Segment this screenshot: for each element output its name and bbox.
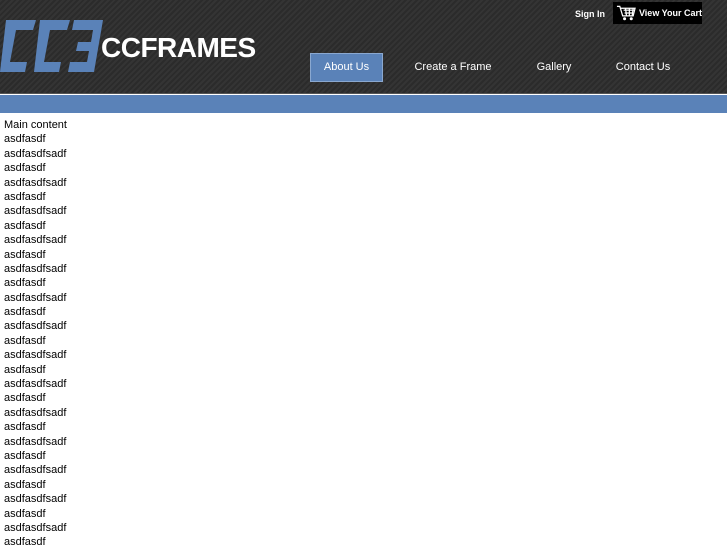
content-line: asdfasdfsadf (4, 435, 67, 448)
content-line: asdfasdfsadf (4, 349, 67, 362)
view-cart-label: View Your Cart (638, 8, 702, 18)
nav-create-a-frame[interactable]: Create a Frame (403, 53, 503, 82)
content-line: asdfasdfsadf (4, 521, 67, 534)
content-line: asdfasdf (4, 133, 46, 146)
content-line: asdfasdfsadf (4, 291, 67, 304)
view-cart-button[interactable]: View Your Cart (613, 2, 702, 24)
content-line: asdfasdf (4, 363, 46, 376)
content-line: asdfasdf (4, 392, 46, 405)
content-line: asdfasdf (4, 219, 46, 232)
site-header: CCFRAMES Sign In View Your Cart About Us… (0, 0, 727, 94)
main-content-lines: asdfasdf asdfasdfsadf asdfasdf asdfasdfsadf… (4, 132, 67, 549)
content-line: asdfasdf (4, 306, 46, 319)
main-content: Main content asdfasdf asdfasdfsadf asdfasd… (4, 118, 67, 550)
content-line: asdfasdfsadf (4, 406, 67, 419)
nav-about-us[interactable]: About Us (310, 53, 383, 82)
accent-bar (0, 95, 727, 113)
content-line: asdfasdfsadf (4, 176, 67, 189)
content-line: asdfasdf (4, 277, 46, 290)
content-line: asdfasdf (4, 162, 46, 175)
content-line: asdfasdfsadf (4, 205, 67, 218)
shopping-cart-icon (616, 5, 636, 21)
content-line: asdfasdf (4, 536, 46, 549)
content-line: asdfasdfsadf (4, 147, 67, 160)
content-line: asdfasdf (4, 334, 46, 347)
nav-contact-us[interactable]: Contact Us (603, 53, 683, 82)
main-content-title: Main content (4, 119, 67, 131)
content-line: asdfasdf (4, 248, 46, 261)
nav-gallery[interactable]: Gallery (524, 53, 584, 82)
content-line: asdfasdf (4, 478, 46, 491)
content-line: asdfasdf (4, 190, 46, 203)
main-navigation: About Us Create a Frame Gallery Contact … (0, 53, 727, 82)
content-line: asdfasdfsadf (4, 234, 67, 247)
sign-in-link[interactable]: Sign In (575, 9, 605, 19)
content-line: asdfasdfsadf (4, 262, 67, 275)
content-line: asdfasdfsadf (4, 378, 67, 391)
content-line: asdfasdf (4, 421, 46, 434)
content-line: asdfasdfsadf (4, 320, 67, 333)
content-line: asdfasdf (4, 507, 46, 520)
content-line: asdfasdf (4, 449, 46, 462)
content-line: asdfasdfsadf (4, 493, 67, 506)
content-line: asdfasdfsadf (4, 464, 67, 477)
